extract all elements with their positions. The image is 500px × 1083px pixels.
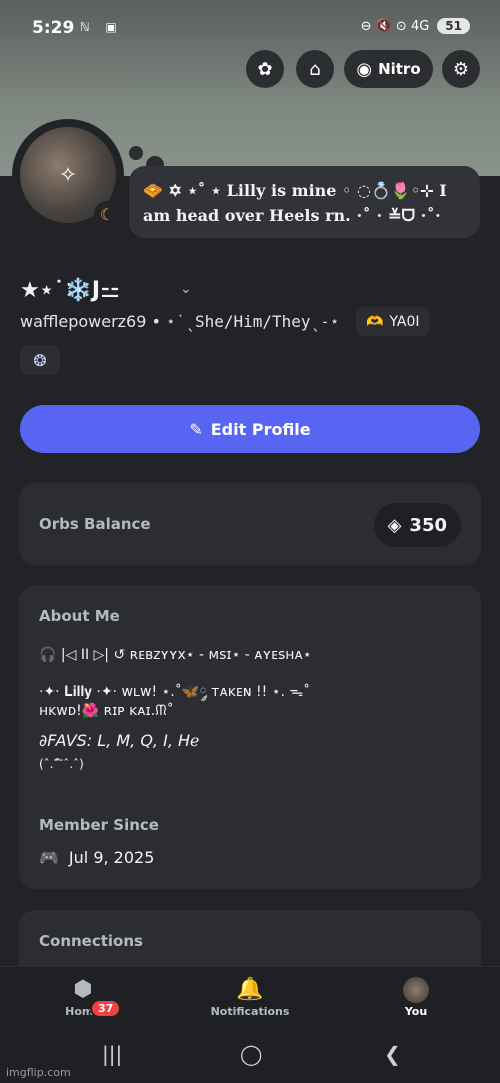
- status-left-icons: ℕ ▣: [80, 20, 123, 34]
- home-unread-badge: 37: [90, 999, 122, 1018]
- about-line-1: 🎧 |◁ II ▷| ↺ ʀᴇʙᴢʏʏx⋆ - ᴍsɪ⋆ - ᴀʏᴇsʜᴀ⋆: [39, 647, 312, 663]
- about-me-card: About Me 🎧 |◁ II ▷| ↺ ʀᴇʙᴢʏʏx⋆ - ᴍsɪ⋆ - …: [19, 585, 481, 889]
- server-tag-label: YA0I: [389, 313, 420, 330]
- nitro-button[interactable]: ◉ Nitro: [344, 50, 433, 88]
- nav-notifications[interactable]: 🔔 Notifications: [195, 975, 305, 1018]
- chevron-down-icon[interactable]: ⌄: [180, 281, 192, 297]
- gear-icon: ⚙: [452, 58, 470, 80]
- settings-button[interactable]: ⚙: [442, 50, 480, 88]
- status-bar: 5:29 ℕ ▣ ⊖ 🔇 ⊙ 4G 51: [0, 0, 500, 56]
- idle-status-moon-icon: ☾: [94, 201, 120, 227]
- bottom-navigation: ⬢ 37 Home 🔔 Notifications You: [0, 966, 500, 1032]
- nav-home-label: Home: [65, 1005, 101, 1018]
- home-icon: ⬢: [73, 977, 93, 1002]
- member-since-row: 🎮 Jul 9, 2025: [39, 848, 154, 867]
- username: wafflepowerz69: [20, 312, 147, 331]
- server-tag[interactable]: 🫶 YA0I: [356, 307, 430, 336]
- nav-notifications-label: Notifications: [210, 1005, 290, 1018]
- orbs-value: 350: [409, 514, 447, 536]
- about-line-5: (ˆ.ˆ᷄ ᷅ˆ.ˆ): [39, 757, 84, 771]
- back-icon[interactable]: ❮: [384, 1042, 401, 1066]
- member-since-date: Jul 9, 2025: [68, 848, 155, 867]
- nav-you-label: You: [404, 1005, 428, 1018]
- nav-home[interactable]: ⬢ 37 Home: [28, 975, 138, 1018]
- recent-apps-icon[interactable]: |||: [102, 1042, 122, 1066]
- you-avatar-icon: [403, 977, 429, 1003]
- about-line-3: ʜᴋᴡᴅ!🌺 ʀɪᴘ ᴋᴀɪ.ᙏ˚: [39, 703, 174, 719]
- about-line-4: ∂FAVS: L, M, Q, I, Hℯ: [39, 731, 200, 750]
- status-time: 5:29: [32, 18, 75, 38]
- home-circle-icon[interactable]: ◯: [240, 1042, 262, 1066]
- bubble-dot-small: [129, 146, 143, 160]
- status-right-icons: ⊖ 🔇 ⊙ 4G 51: [361, 18, 470, 34]
- member-since-title: Member Since: [39, 816, 159, 834]
- profile-badge[interactable]: ❂: [20, 345, 60, 375]
- status-indicators: ⊖ 🔇 ⊙ 4G: [360, 18, 430, 34]
- shop-icon: ⌂: [309, 58, 321, 80]
- connections-title: Connections: [39, 932, 143, 950]
- username-line: wafflepowerz69 • ⋆˙ˎShe/Him/Theyˎ˗⋆: [20, 312, 339, 331]
- separator-dot: •: [151, 312, 161, 331]
- bell-icon: 🔔: [236, 977, 264, 1002]
- orbs-balance-card[interactable]: Orbs Balance ◈ 350: [19, 483, 481, 565]
- pronouns: ⋆˙ˎShe/Him/Theyˎ˗⋆: [166, 312, 340, 331]
- orbs-balance-label: Orbs Balance: [39, 515, 151, 533]
- display-name: ★⋆˙❄️J⚍: [20, 278, 120, 303]
- about-me-title: About Me: [39, 607, 120, 625]
- pencil-icon: ✎: [189, 419, 203, 439]
- orb-icon: ◈: [387, 514, 402, 536]
- edit-profile-button[interactable]: ✎ Edit Profile: [20, 405, 480, 453]
- badge-icon: ✿: [257, 58, 273, 80]
- shop-button[interactable]: ⌂: [296, 50, 334, 88]
- nitro-label: Nitro: [378, 60, 421, 78]
- discord-icon: 🎮: [39, 848, 59, 867]
- nitro-icon: ◉: [356, 58, 373, 80]
- orbs-balance-pill[interactable]: ◈ 350: [373, 503, 461, 547]
- heart-hands-icon: 🫶: [366, 313, 384, 330]
- laurel-badge-icon: ❂: [33, 350, 47, 370]
- watermark: imgflip.com: [6, 1066, 71, 1079]
- custom-status-bubble[interactable]: 🧇 ✡ ⋆˚ ⋆ Lilly is mine ◦ ◌💍🌷◦⊹ I am head…: [129, 166, 480, 238]
- nav-you[interactable]: You: [361, 975, 471, 1018]
- battery-indicator: 51: [437, 18, 470, 34]
- edit-profile-label: Edit Profile: [210, 419, 311, 439]
- system-navigation-bar: ||| ◯ ❮: [0, 1032, 500, 1083]
- server-tag-button[interactable]: ✿: [246, 50, 284, 88]
